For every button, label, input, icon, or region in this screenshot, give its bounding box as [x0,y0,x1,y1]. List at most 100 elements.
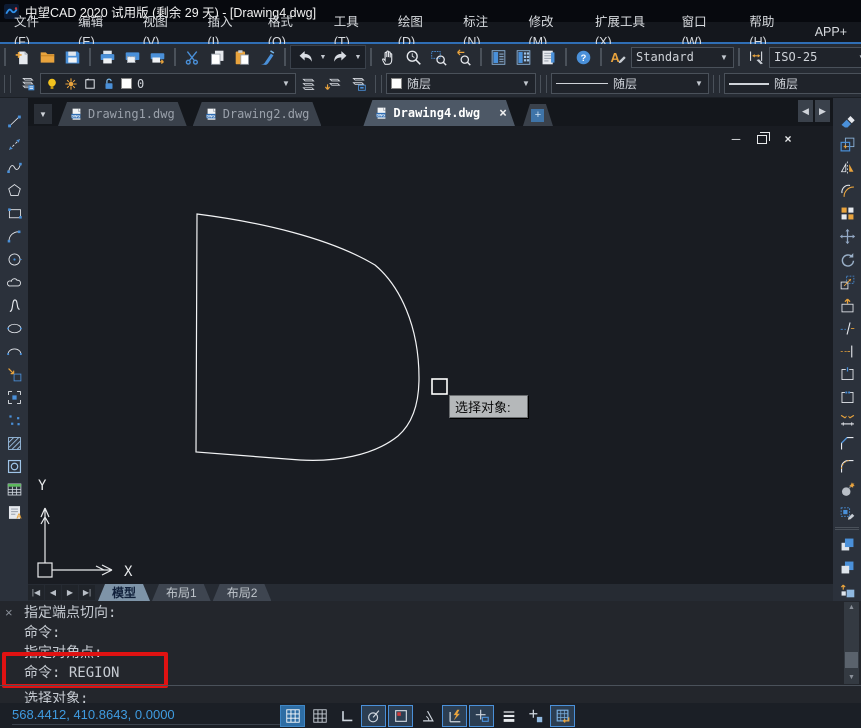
zoom-realtime-button[interactable] [401,46,426,68]
copy-clip-button[interactable] [205,46,230,68]
scale-button[interactable] [833,271,861,294]
layer-previous-button[interactable] [321,73,346,95]
rectangle-button[interactable] [0,202,28,225]
toolbar-grip[interactable] [480,48,482,66]
paste-button[interactable] [230,46,255,68]
scrollbar-thumb[interactable] [845,652,858,668]
layer-select[interactable]: 0 ▼ [40,73,296,94]
arc-button[interactable] [0,225,28,248]
erase-button[interactable] [833,110,861,133]
toolbar-grip[interactable] [375,75,382,93]
scrollbar-track[interactable] [844,614,859,672]
layer-properties-button[interactable] [15,73,40,95]
scroll-down-icon[interactable]: ▼ [848,672,855,684]
layer-unlock-icon[interactable] [102,77,116,91]
dim-style-select[interactable]: ISO-25 ▼ [769,47,861,68]
toolbar-grip[interactable] [540,75,547,93]
toolbar-grip[interactable] [713,75,720,93]
toolbar-grip[interactable] [738,48,740,66]
mtext-button[interactable] [0,501,28,524]
mirror-button[interactable] [833,156,861,179]
circle-button[interactable] [0,248,28,271]
construction-line-button[interactable] [0,133,28,156]
offset-button[interactable] [833,179,861,202]
spline-button[interactable] [0,294,28,317]
previous-layout-button[interactable]: ◀ [45,585,61,600]
linetype-select[interactable]: 随层 ▼ [551,73,709,94]
scroll-up-icon[interactable]: ▲ [848,602,855,614]
toolbar-grip[interactable] [284,48,286,66]
redo-dropdown[interactable]: ▼ [353,54,363,61]
close-window-icon[interactable]: × [781,132,795,146]
trim-button[interactable] [833,317,861,340]
make-current-layer-button[interactable] [296,73,321,95]
close-tab-icon[interactable]: × [499,106,507,121]
angle-snap-button[interactable] [415,705,440,727]
snap-toggle-button[interactable] [280,705,305,727]
print-button[interactable] [95,46,120,68]
polygon-button[interactable] [0,179,28,202]
first-layout-button[interactable]: |◀ [28,585,44,600]
annotation-scale-button[interactable] [523,705,548,727]
properties-palette-button[interactable] [486,46,511,68]
revision-cloud-button[interactable] [0,271,28,294]
edit-block-button[interactable] [833,501,861,524]
text-style-select[interactable]: Standard ▼ [631,47,734,68]
save-button[interactable] [60,46,85,68]
minimize-window-icon[interactable]: ─ [729,132,743,146]
doc-tab-drawing2[interactable]: Drawing2.dwg [193,102,322,126]
color-select[interactable]: 随层 ▼ [386,73,536,94]
tab-layout1[interactable]: 布局1 [152,584,211,601]
toolbar-grip[interactable] [89,48,91,66]
cut-button[interactable] [180,46,205,68]
dynamic-input-button[interactable] [442,705,467,727]
undo-button[interactable] [293,46,318,68]
open-file-button[interactable] [35,46,60,68]
toolbar-grip[interactable] [4,75,11,93]
doc-tab-drawing1[interactable]: Drawing1.dwg [58,102,187,126]
match-properties-button[interactable] [255,46,280,68]
object-snap-tracking-button[interactable] [469,705,494,727]
join-button[interactable] [833,409,861,432]
grid-toggle-button[interactable] [307,705,332,727]
text-style-button[interactable] [606,46,631,68]
bring-above-objects-button[interactable] [833,579,861,602]
lineweight-select[interactable]: 随层 [724,73,861,94]
send-to-back-button[interactable] [833,556,861,579]
undo-dropdown[interactable]: ▼ [318,54,328,61]
explode-button[interactable] [833,478,861,501]
menu-app-plus[interactable]: APP+ [801,22,861,42]
help-button[interactable] [571,46,596,68]
layer-on-bulb-icon[interactable] [45,77,59,91]
region-button[interactable] [0,455,28,478]
layer-plot-icon[interactable] [83,77,97,91]
model-paper-toggle-button[interactable] [550,705,575,727]
plot-button[interactable] [145,46,170,68]
point-button[interactable] [0,409,28,432]
line-tool-button[interactable] [0,110,28,133]
zoom-window-button[interactable] [426,46,451,68]
toolbar-grip[interactable] [370,48,372,66]
tab-scroll-right-button[interactable]: ▶ [815,100,830,122]
toolbar-grip[interactable] [600,48,602,66]
last-layout-button[interactable]: ▶| [79,585,95,600]
toolbar-grip[interactable] [174,48,176,66]
tab-layout2[interactable]: 布局2 [213,584,272,601]
layer-states-button[interactable] [346,73,371,95]
break-button[interactable] [833,386,861,409]
pan-button[interactable] [376,46,401,68]
ellipse-button[interactable] [0,317,28,340]
tab-scroll-left-button[interactable]: ◀ [798,100,813,122]
tab-list-dropdown[interactable]: ▼ [34,104,52,124]
command-window[interactable]: × 指定端点切向: 命令: 指定对角点: 命令: REGION 选择对象: ▲ … [0,601,861,703]
chamfer-button[interactable] [833,432,861,455]
extend-button[interactable] [833,340,861,363]
doc-tab-drawing4-active[interactable]: Drawing4.dwg × [363,100,515,126]
new-tab-button[interactable]: + [523,104,553,126]
make-block-button[interactable] [0,386,28,409]
layer-freeze-sun-icon[interactable] [64,77,78,91]
restore-window-icon[interactable] [757,135,767,144]
toolbar-grip[interactable] [565,48,567,66]
break-at-point-button[interactable] [833,363,861,386]
object-snap-button[interactable] [388,705,413,727]
